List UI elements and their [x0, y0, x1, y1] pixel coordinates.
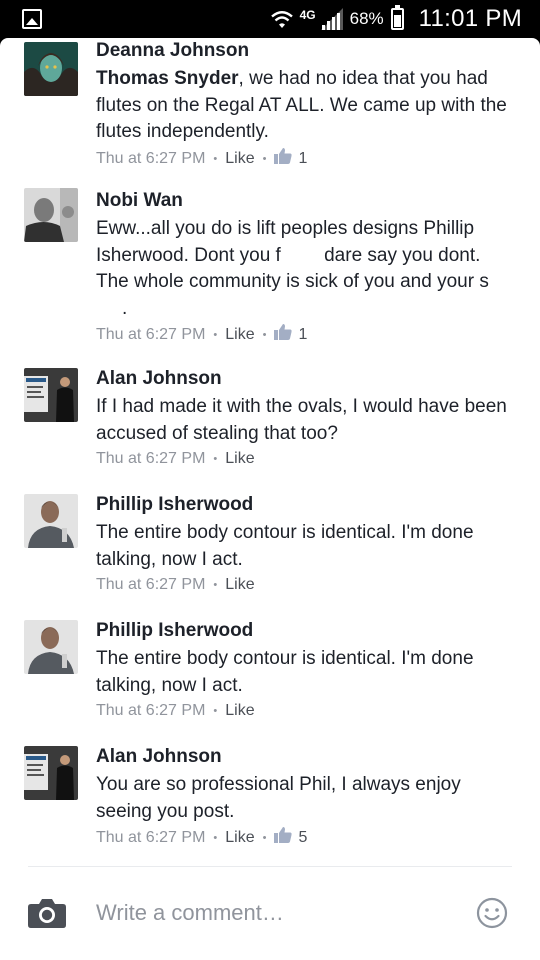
emoji-icon[interactable]	[476, 897, 508, 934]
censored-word	[96, 300, 122, 317]
comment-text: The entire body contour is identical. I'…	[96, 648, 474, 696]
comment-body: Phillip Isherwood The entire body contou…	[96, 620, 514, 721]
comments-sheet: Deanna Johnson Thomas Snyder, we had no …	[0, 38, 540, 960]
thumbs-up-icon	[274, 324, 293, 346]
comment-author[interactable]: Phillip Isherwood	[96, 494, 514, 516]
thumbs-up-icon	[274, 147, 293, 170]
comment-body: Deanna Johnson Thomas Snyder, we had no …	[96, 40, 514, 170]
mention-link[interactable]: Thomas Snyder	[96, 68, 239, 89]
like-button[interactable]: Like	[225, 575, 254, 595]
comment-composer	[0, 888, 540, 940]
comment-text: You are so professional Phil, I always e…	[96, 774, 461, 822]
comment-meta: Thu at 6:27 PM • Like • 1	[96, 147, 514, 170]
like-count[interactable]: 5	[298, 828, 307, 848]
wifi-icon	[269, 8, 295, 30]
comment-author[interactable]: Alan Johnson	[96, 746, 514, 768]
gallery-notification-icon	[22, 9, 42, 29]
comment-meta: Thu at 6:27 PM • Like • 1	[96, 324, 514, 346]
avatar[interactable]	[24, 42, 78, 96]
like-count[interactable]: 1	[298, 149, 307, 169]
comment-author[interactable]: Phillip Isherwood	[96, 620, 514, 642]
comment-body: Alan Johnson If I had made it with the o…	[96, 368, 514, 469]
like-count[interactable]: 1	[298, 325, 307, 345]
avatar[interactable]	[24, 746, 78, 800]
comment-author[interactable]: Nobi Wan	[96, 190, 514, 212]
comment-body: Nobi Wan Eww...all you do is lift people…	[96, 190, 514, 346]
like-button[interactable]: Like	[225, 828, 254, 848]
signal-icon	[319, 8, 343, 30]
comment-timestamp: Thu at 6:27 PM	[96, 829, 206, 846]
thumbs-up-icon	[274, 827, 293, 849]
network-type-label: 4G	[299, 8, 316, 22]
like-button[interactable]: Like	[225, 149, 254, 169]
divider	[28, 866, 512, 867]
like-button[interactable]: Like	[225, 449, 254, 469]
avatar[interactable]	[24, 188, 78, 242]
status-bar: 4G 68% 11:01 PM	[0, 0, 540, 38]
censored-word	[280, 247, 319, 264]
like-button[interactable]: Like	[225, 701, 254, 721]
comment-author[interactable]: Alan Johnson	[96, 368, 514, 390]
comment-input[interactable]	[96, 898, 456, 928]
clock: 11:01 PM	[418, 5, 522, 32]
battery-icon	[390, 5, 404, 30]
comment-timestamp: Thu at 6:27 PM	[96, 450, 206, 467]
comment-body: Alan Johnson You are so professional Phi…	[96, 746, 514, 849]
comment-body: Phillip Isherwood The entire body contou…	[96, 494, 514, 595]
battery-percent: 68%	[349, 9, 384, 28]
comment-timestamp: Thu at 6:27 PM	[96, 149, 206, 167]
avatar[interactable]	[24, 620, 78, 674]
comment-meta: Thu at 6:27 PM • Like	[96, 575, 255, 595]
comment-meta: Thu at 6:27 PM • Like	[96, 701, 255, 721]
comment-meta: Thu at 6:27 PM • Like • 5	[96, 827, 514, 849]
avatar[interactable]	[24, 494, 78, 548]
comment-text: If I had made it with the ovals, I would…	[96, 396, 507, 444]
comment-author[interactable]: Deanna Johnson	[96, 40, 514, 62]
comment-text: Thomas Snyder, we had no idea that you h…	[96, 68, 507, 142]
comment-timestamp: Thu at 6:27 PM	[96, 576, 206, 593]
comment-meta: Thu at 6:27 PM • Like	[96, 449, 255, 469]
comment-text: Eww...all you do is lift peoples designs…	[96, 218, 489, 319]
camera-icon[interactable]	[28, 898, 66, 928]
status-icons: 4G 68% 11:01 PM	[269, 3, 522, 35]
avatar[interactable]	[24, 368, 78, 422]
comment-timestamp: Thu at 6:27 PM	[96, 702, 206, 719]
like-button[interactable]: Like	[225, 325, 254, 345]
comment-text: The entire body contour is identical. I'…	[96, 522, 474, 570]
comment-timestamp: Thu at 6:27 PM	[96, 326, 206, 343]
